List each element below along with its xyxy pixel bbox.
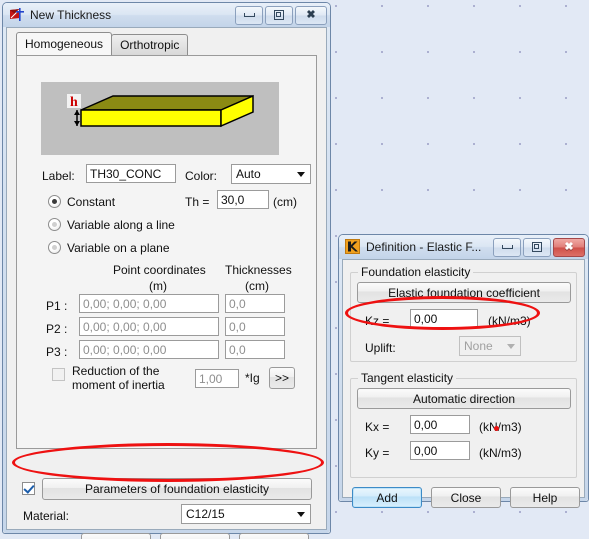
reduction-value-input[interactable]: 1,00 <box>195 369 239 388</box>
minimize-icon <box>243 13 255 17</box>
reduction-label-line1: Reduction of the <box>72 364 160 378</box>
foundation-elasticity-group-title: Foundation elasticity <box>358 265 474 279</box>
header-point-unit: (m) <box>149 279 167 293</box>
radio-variable-plane-label: Variable on a plane <box>67 241 170 255</box>
kz-unit: (kN/m3) <box>488 314 531 328</box>
coords-input-p1[interactable]: 0,00; 0,00; 0,00 <box>79 294 219 313</box>
reduction-more-button[interactable]: >> <box>269 367 295 389</box>
robot-app-icon <box>345 239 361 255</box>
color-combo-value: Auto <box>236 167 261 181</box>
reduction-checkbox[interactable] <box>52 368 65 381</box>
coords-input-p2[interactable]: 0,00; 0,00; 0,00 <box>79 317 219 336</box>
minimize-button[interactable] <box>235 5 263 25</box>
tab-orthotropic-label: Orthotropic <box>120 38 180 52</box>
radio-constant-label: Constant <box>67 195 116 209</box>
kz-caption: Kz = <box>365 314 390 328</box>
chevron-down-icon <box>507 344 515 349</box>
material-combo-value: C12/15 <box>186 507 225 521</box>
tab-homogeneous-label: Homogeneous <box>25 37 104 51</box>
new-thickness-titlebar[interactable]: New Thickness ✖ <box>3 3 330 27</box>
header-thicknesses: Thicknesses <box>225 263 292 277</box>
kx-caption: Kx = <box>365 420 390 434</box>
material-caption: Material: <box>23 509 70 523</box>
thickness-app-icon <box>9 7 25 23</box>
label-caption: Label: <box>42 169 75 183</box>
minimize-icon <box>501 245 513 249</box>
thickness-tabstrip: Homogeneous Orthotropic <box>16 32 189 55</box>
thickness-input-p2[interactable]: 0,0 <box>225 317 285 336</box>
tangent-elasticity-group-title: Tangent elasticity <box>358 371 457 385</box>
window-title: Definition - Elastic F... <box>366 240 482 254</box>
svg-text:h: h <box>70 95 78 110</box>
tab-homogeneous[interactable]: Homogeneous <box>16 32 113 55</box>
reduction-label-line2: moment of inertia <box>72 378 165 392</box>
close-icon: ✖ <box>564 240 574 253</box>
radio-variable-plane[interactable] <box>48 241 61 254</box>
kz-input[interactable]: 0,00 <box>410 309 478 328</box>
slab-preview: h <box>41 82 279 155</box>
radio-constant[interactable] <box>48 195 61 208</box>
thickness-close-button[interactable]: Close <box>160 533 230 539</box>
desktop-background: New Thickness ✖ Homogeneous Orthotropic <box>0 0 589 539</box>
color-caption: Color: <box>185 169 218 183</box>
minimize-button[interactable] <box>493 237 521 257</box>
label-input[interactable]: TH30_CONC <box>86 164 176 183</box>
foundation-parameters-button[interactable]: Parameters of foundation elasticity <box>42 478 312 500</box>
elastic-foundation-titlebar[interactable]: Definition - Elastic F... ✖ <box>339 235 588 259</box>
elastic-foundation-window: Definition - Elastic F... ✖ Foundation e… <box>338 234 589 508</box>
restore-button[interactable] <box>265 5 293 25</box>
elastic-foundation-body: Foundation elasticity Elastic foundation… <box>342 259 585 508</box>
tab-orthotropic[interactable]: Orthotropic <box>111 34 189 55</box>
row-label-p2: P2 : <box>46 322 68 336</box>
cursor-dot <box>494 426 499 431</box>
ky-caption: Ky = <box>365 446 390 460</box>
row-label-p1: P1 : <box>46 299 68 313</box>
automatic-direction-button[interactable]: Automatic direction <box>357 388 571 409</box>
foundation-elasticity-checkbox[interactable] <box>22 482 35 495</box>
kx-unit: (kN/m3) <box>479 420 522 434</box>
th-unit: (cm) <box>273 195 297 209</box>
new-thickness-window: New Thickness ✖ Homogeneous Orthotropic <box>2 2 331 539</box>
new-thickness-body: Homogeneous Orthotropic h Label: TH30_CO… <box>6 27 327 539</box>
thickness-help-button[interactable]: Help <box>239 533 309 539</box>
elastic-close-button[interactable]: Close <box>431 487 501 508</box>
close-button[interactable]: ✖ <box>295 5 327 25</box>
restore-icon <box>274 10 284 20</box>
restore-button[interactable] <box>523 237 551 257</box>
material-combo[interactable]: C12/15 <box>181 504 311 524</box>
chevron-down-icon <box>297 172 305 177</box>
header-thickness-unit: (cm) <box>245 279 269 293</box>
window-title: New Thickness <box>30 8 112 22</box>
close-button[interactable]: ✖ <box>553 237 585 257</box>
uplift-combo-value: None <box>464 339 493 353</box>
thickness-input-p1[interactable]: 0,0 <box>225 294 285 313</box>
window-frame: Definition - Elastic F... ✖ Foundation e… <box>339 235 588 508</box>
titlebar-buttons: ✖ <box>493 237 585 257</box>
uplift-combo[interactable]: None <box>459 336 521 356</box>
chevron-down-icon <box>297 512 305 517</box>
row-label-p3: P3 : <box>46 345 68 359</box>
elastic-foundation-coefficient-button[interactable]: Elastic foundation coefficient <box>357 282 571 303</box>
radio-variable-line-label: Variable along a line <box>67 218 175 232</box>
titlebar-buttons: ✖ <box>235 5 327 25</box>
ky-unit: (kN/m3) <box>479 446 522 460</box>
kx-input[interactable]: 0,00 <box>410 415 470 434</box>
elastic-help-button[interactable]: Help <box>510 487 580 508</box>
thickness-input-p3[interactable]: 0,0 <box>225 340 285 359</box>
header-point-coordinates: Point coordinates <box>113 263 206 277</box>
uplift-caption: Uplift: <box>365 341 396 355</box>
thickness-add-button[interactable]: Add <box>81 533 151 539</box>
th-caption: Th = <box>185 195 210 209</box>
th-input[interactable]: 30,0 <box>217 190 269 209</box>
restore-icon <box>532 242 542 252</box>
homogeneous-panel: h Label: TH30_CONC Color: Auto Constant … <box>16 55 317 449</box>
close-icon: ✖ <box>306 8 316 21</box>
ky-input[interactable]: 0,00 <box>410 441 470 460</box>
elastic-add-button[interactable]: Add <box>352 487 422 508</box>
window-frame: New Thickness ✖ Homogeneous Orthotropic <box>3 3 330 539</box>
color-combo[interactable]: Auto <box>231 164 311 184</box>
reduction-unit: *Ig <box>245 371 260 385</box>
radio-variable-line[interactable] <box>48 218 61 231</box>
coords-input-p3[interactable]: 0,00; 0,00; 0,00 <box>79 340 219 359</box>
